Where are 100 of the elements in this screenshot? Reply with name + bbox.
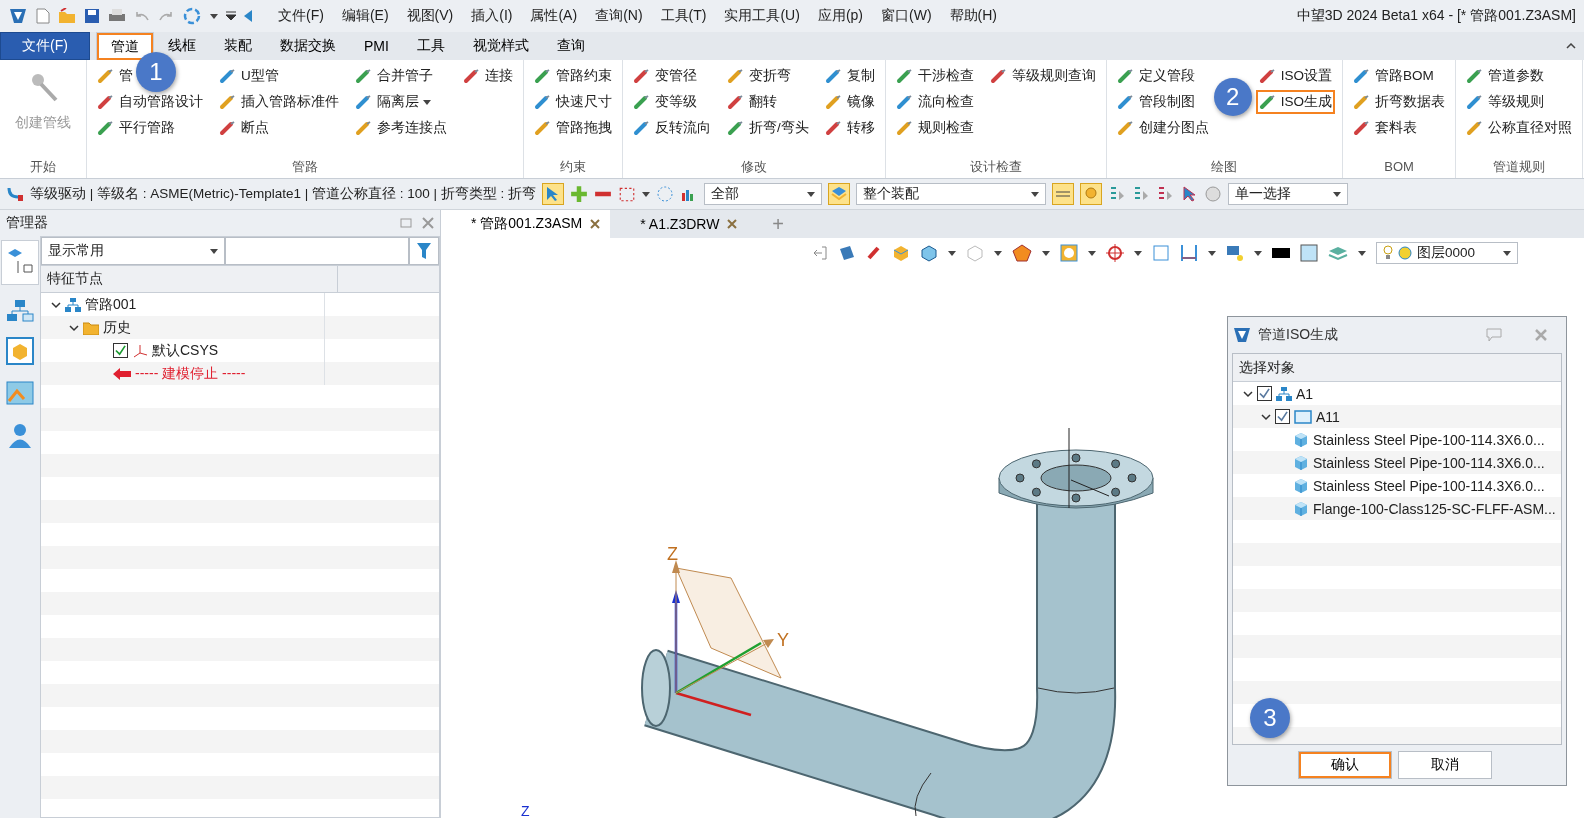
tree-node-label[interactable]: Stainless Steel Pipe-100-114.3X6.0... [1313,477,1545,494]
pick-filter-button[interactable] [542,183,565,205]
ribbon-button[interactable]: 变管径 [630,64,714,88]
document-tab[interactable]: * A1.Z3DRW [610,210,761,238]
cube-icon[interactable] [920,244,938,262]
document-tab[interactable]: * 管路001.Z3ASM [441,210,611,238]
ribbon-button[interactable]: 合并管子 [352,64,450,88]
display-settings-icon[interactable] [1226,244,1244,262]
ribbon-button[interactable]: 平行管路 [94,116,206,140]
display-filter-dropdown[interactable]: 显示常用 [41,237,225,265]
ribbon-button[interactable]: 连接 [460,64,516,88]
ribbon-button[interactable]: ISO设置 [1255,64,1336,88]
print-icon[interactable] [108,8,126,24]
menu-item[interactable]: 编辑(E) [335,5,395,27]
dialog-button[interactable]: 取消 [1398,751,1492,779]
menu-item[interactable]: 文件(F) [272,5,330,27]
box-select-icon[interactable] [618,185,637,203]
tree-node-label[interactable]: Stainless Steel Pipe-100-114.3X6.0... [1313,431,1545,448]
polyhedron-icon[interactable] [1012,244,1032,262]
ribbon-button[interactable]: 折弯数据表 [1350,90,1449,114]
ribbon-button[interactable]: 管路拖拽 [531,116,615,140]
swatch-icon[interactable] [1272,247,1290,259]
expand-chevron-icon[interactable] [1261,411,1271,422]
plus-icon[interactable] [570,185,589,203]
open-folder-icon[interactable] [58,8,76,24]
expand-chevron-icon[interactable] [1243,388,1253,399]
ribbon-button[interactable]: 等级规则 [1463,90,1576,114]
feature-tree-tab[interactable] [1,240,39,285]
tree-select-icon[interactable] [1108,185,1127,203]
menu-item[interactable]: 窗口(W) [875,5,938,27]
ribbon-button[interactable]: 创建分图点 [1113,116,1212,140]
ribbon-button[interactable]: 变等级 [630,90,714,114]
ribbon-button[interactable]: 快速尺寸 [531,90,615,114]
hierarchy-icon[interactable] [6,299,34,323]
ribbon-tab[interactable]: 装配 [210,32,266,60]
ribbon-button[interactable]: 复制 [821,64,878,88]
tree-node-label[interactable]: 管路001 [85,295,137,314]
exit-icon[interactable] [812,245,828,261]
tree-node-label[interactable]: Flange-100-Class125-SC-FLFF-ASM... [1313,500,1556,517]
eraser-icon[interactable] [866,245,882,261]
box-window-icon[interactable] [6,337,34,365]
menu-item[interactable]: 插入(I) [465,5,519,27]
tree-select-icon[interactable] [1156,185,1175,203]
close-icon[interactable] [1534,328,1548,342]
dimension-icon[interactable] [1180,244,1198,262]
ribbon-button[interactable]: 流向检查 [892,90,977,114]
dialog-button[interactable]: 确认 [1298,751,1392,779]
ribbon-button[interactable]: 套料表 [1350,116,1449,140]
ribbon-tab[interactable]: PMI [350,32,403,60]
ribbon-button[interactable]: 定义管段 [1113,64,1212,88]
expand-chevron-icon[interactable] [51,299,61,310]
ribbon-button[interactable]: ISO生成 [1255,90,1336,114]
checkbox[interactable] [1257,386,1272,401]
restore-icon[interactable] [400,218,412,228]
save-icon[interactable] [84,8,100,24]
stop-marker-label[interactable]: ----- 建模停止 ----- [135,364,246,383]
ribbon-button[interactable]: 自动管路设计 [94,90,206,114]
ribbon-button[interactable]: U型管 [216,64,342,88]
undo-icon[interactable] [134,10,150,22]
ribbon-button[interactable]: 管道参数 [1463,64,1576,88]
menu-item[interactable]: 属性(A) [524,5,584,27]
ribbon-button[interactable]: 管路BOM [1350,64,1449,88]
ribbon-button[interactable]: 公称直径对照 [1463,116,1576,140]
ribbon-button[interactable]: 变折弯 [724,64,812,88]
tree-node-label[interactable]: Stainless Steel Pipe-100-114.3X6.0... [1313,454,1545,471]
ribbon-tab[interactable]: 视觉样式 [458,32,543,60]
ribbon-button[interactable]: 管路约束 [531,64,615,88]
cube-outline-icon[interactable] [966,244,984,262]
filter-button[interactable] [409,237,439,265]
close-icon[interactable] [727,219,738,229]
target-icon[interactable] [1106,244,1124,262]
ribbon-button[interactable]: 等级规则查询 [986,64,1099,88]
tree-select-icon[interactable] [1132,185,1151,203]
ribbon-button[interactable]: 断点 [216,116,342,140]
filter-dropdown[interactable]: 全部 [704,183,823,205]
ribbon-button[interactable]: 干涉检查 [892,64,977,88]
menu-item[interactable]: 查询(N) [589,5,649,27]
triangle-left-icon[interactable] [244,10,252,22]
tree-node-label[interactable]: 默认CSYS [152,341,219,360]
menu-item[interactable]: 视图(V) [400,5,460,27]
tree-node-label[interactable]: 历史 [103,318,131,337]
user-icon[interactable] [6,421,34,449]
close-icon[interactable] [590,219,601,229]
ribbon-button[interactable]: 规则检查 [892,116,977,140]
ribbon-button[interactable]: 参考连接点 [352,116,450,140]
scope-dropdown[interactable]: 整个装配 [856,183,1047,205]
layer-dropdown[interactable]: 图层0000 [1376,242,1518,264]
ribbon-tab[interactable]: 工具 [402,32,459,60]
dashed-circle-icon[interactable] [656,185,675,203]
new-file-icon[interactable] [36,8,50,24]
swatch-icon[interactable] [1300,244,1318,262]
picture-icon[interactable] [6,379,34,407]
selection-mode-dropdown[interactable]: 单一选择 [1228,183,1349,205]
ribbon-button[interactable]: 反转流向 [630,116,714,140]
close-icon[interactable] [422,217,434,229]
ribbon-tab[interactable]: 查询 [542,32,599,60]
ribbon-tab[interactable]: 管道 [96,32,154,60]
collapse-ribbon-icon[interactable] [1566,43,1576,49]
search-field[interactable] [225,237,409,265]
ribbon-button[interactable]: 折弯/弯头 [724,116,812,140]
